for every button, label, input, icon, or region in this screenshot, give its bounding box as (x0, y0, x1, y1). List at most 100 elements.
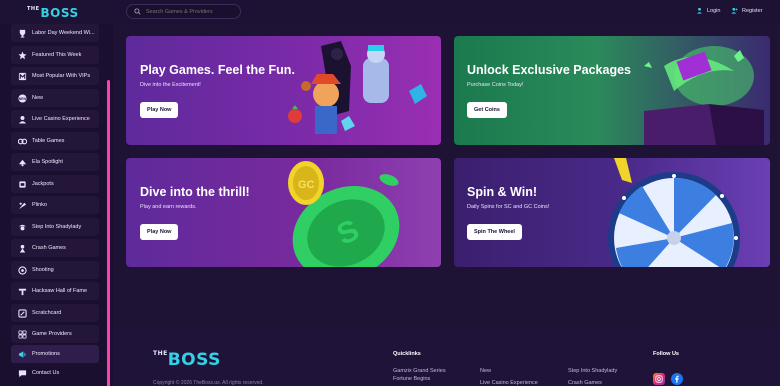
sidebar-item-label: Promotions (32, 351, 60, 357)
coins-art: S GC (288, 161, 400, 267)
add-user-icon (731, 7, 738, 14)
scratchcard-icon (17, 308, 27, 318)
footer-logo[interactable]: THEBOSS (153, 350, 221, 370)
user-icon (697, 7, 702, 14)
search-box[interactable] (126, 4, 241, 19)
star-icon (17, 50, 27, 60)
sidebar-item-live-casino[interactable]: Live Casino Experience (11, 110, 99, 128)
get-coins-button[interactable]: Get Coins (467, 102, 507, 118)
lady-icon (17, 222, 27, 232)
plinko-icon (17, 200, 27, 210)
footer-link[interactable]: Crash Games (568, 380, 602, 386)
target-icon (17, 265, 27, 275)
sidebar-item-label: Plinko (32, 202, 47, 208)
live-icon (17, 114, 27, 124)
cards-icon (17, 136, 27, 146)
sidebar-item-game-providers[interactable]: Game Providers (11, 325, 99, 343)
sidebar-item-label: Scratchcard (32, 310, 62, 316)
sidebar-item-hacksaw[interactable]: Hacksaw Hall of Fame (11, 282, 99, 300)
megaphone-icon (17, 349, 27, 359)
sidebar-item-ela-spotlight[interactable]: Ela Spotlight (11, 153, 99, 171)
promo-title: Dive into the thrill! (140, 185, 250, 199)
sidebar-item-label: Game Providers (32, 331, 72, 337)
instagram-icon[interactable] (653, 373, 665, 385)
sidebar-scrollbar[interactable] (107, 80, 110, 386)
spin-wheel-button[interactable]: Spin The Wheel (467, 224, 522, 240)
sidebar-item-label: Jackpots (32, 181, 54, 187)
sidebar-item-table-games[interactable]: Table Games (11, 132, 99, 150)
sidebar-item-featured[interactable]: Featured This Week (11, 46, 99, 64)
chat-icon (17, 368, 27, 378)
footer: THEBOSS Copyright © 2026 TheBoss.us. All… (113, 330, 780, 386)
sidebar-item-promotions[interactable]: Promotions (11, 345, 99, 363)
trophy-icon (17, 28, 27, 38)
facebook-icon[interactable] (671, 373, 683, 385)
coin-label: GC (298, 179, 315, 191)
sidebar-item-crash-games[interactable]: Crash Games (11, 239, 99, 257)
sidebar-item-label: Labor Day Weekend Wi... (32, 30, 95, 36)
promo-subtitle: Daily Spins for SC and GC Coins! (467, 204, 550, 210)
hacksaw-icon (17, 286, 27, 296)
sidebar-item-labor-day[interactable]: Labor Day Weekend Wi... (11, 24, 99, 42)
promo-card-dive-thrill[interactable]: S GC Dive into the thrill! Play and earn… (126, 158, 441, 267)
promo-card-play-games[interactable]: Play Games. Feel the Fun. Dive into the … (126, 36, 441, 145)
footer-link[interactable]: Step Into Shadylady (568, 368, 617, 374)
main-content: Play Games. Feel the Fun. Dive into the … (113, 24, 780, 386)
sidebar-item-label: Most Popular With VIPs (32, 73, 91, 79)
brand-logo[interactable]: THEBOSS (27, 6, 79, 20)
footer-link[interactable]: Live Casino Experience (480, 380, 538, 386)
sidebar-item-label: Ela Spotlight (32, 159, 63, 165)
top-bar: THEBOSS Login Register (0, 0, 780, 24)
sidebar-item-shooting[interactable]: Shooting (11, 261, 99, 279)
sidebar-item-label: Step Into Shadylady (32, 224, 82, 230)
play-now-button[interactable]: Play Now (140, 224, 179, 240)
play-now-button[interactable]: Play Now (140, 102, 179, 118)
register-label: Register (742, 7, 763, 14)
jackpot-icon (17, 179, 27, 189)
login-label: Login (707, 7, 721, 14)
sidebar-item-plinko[interactable]: Plinko (11, 196, 99, 214)
sidebar-item-vips[interactable]: Most Popular With VIPs (11, 67, 99, 85)
footer-link[interactable]: Gamzix Grand Series (393, 368, 446, 374)
sidebar-item-shadylady[interactable]: Step Into Shadylady (11, 218, 99, 236)
quicklinks-heading: Quicklinks (393, 351, 421, 357)
spotlight-icon (17, 157, 27, 167)
wheel-art (608, 158, 740, 267)
sidebar-item-label: Contact Us (32, 370, 60, 376)
promo-card-packages[interactable]: Unlock Exclusive Packages Purchase Coins… (454, 36, 770, 145)
svg-text:NEW: NEW (18, 96, 25, 100)
sidebar-item-label: Featured This Week (32, 52, 82, 58)
sidebar-item-label: Hacksaw Hall of Fame (32, 288, 88, 294)
promo-card-spin-win[interactable]: Spin & Win! Daily Spins for SC and GC Co… (454, 158, 770, 267)
promo-subtitle: Purchase Coins Today! (467, 82, 524, 88)
sidebar-item-new[interactable]: NEW New (11, 89, 99, 107)
sidebar-item-label: Shooting (32, 267, 54, 273)
promo-subtitle: Play and earn rewards. (140, 204, 197, 210)
sidebar-item-label: Live Casino Experience (32, 116, 90, 122)
sidebar-item-label: Crash Games (32, 245, 66, 251)
promo-title: Spin & Win! (467, 185, 538, 199)
new-badge-icon: NEW (17, 93, 27, 103)
login-button[interactable]: Login (696, 7, 720, 14)
sidebar-item-label: Table Games (32, 138, 65, 144)
search-input[interactable] (145, 8, 240, 15)
search-icon (134, 8, 141, 15)
promo-subtitle: Dive into the Excitement! (140, 82, 201, 88)
crown-icon (17, 71, 27, 81)
gift-box-art (644, 46, 764, 145)
sidebar: Labor Day Weekend Wi... Featured This We… (0, 24, 112, 386)
follow-us-heading: Follow Us (653, 351, 679, 357)
characters-art (288, 41, 427, 134)
footer-link[interactable]: Fortune Begins (393, 376, 430, 382)
copyright-text: Copyright © 2026 TheBoss.us. All rights … (153, 380, 264, 386)
rocket-icon (17, 243, 27, 253)
promo-title: Unlock Exclusive Packages (467, 63, 631, 77)
grid-icon (17, 329, 27, 339)
sidebar-item-contact[interactable]: Contact Us (11, 364, 99, 382)
promo-title: Play Games. Feel the Fun. (140, 63, 295, 77)
sidebar-item-label: New (32, 95, 44, 101)
sidebar-item-scratchcard[interactable]: Scratchcard (11, 304, 99, 322)
footer-link[interactable]: New (480, 368, 491, 374)
sidebar-item-jackpots[interactable]: Jackpots (11, 175, 99, 193)
register-button[interactable]: Register (731, 7, 762, 14)
